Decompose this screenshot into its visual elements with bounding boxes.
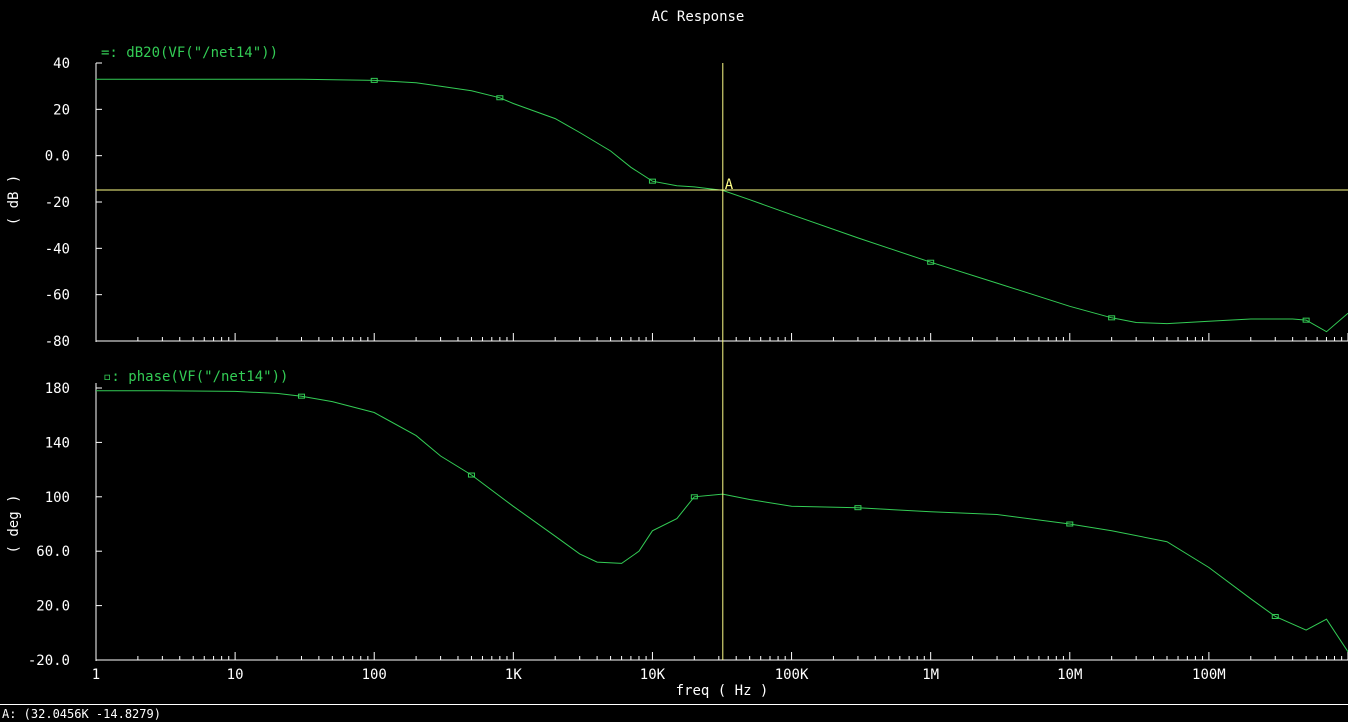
y-tick-label: -60 — [45, 288, 70, 304]
phase-trace[interactable] — [96, 390, 1348, 653]
y-tick-label: 40 — [53, 56, 70, 72]
phase-x-ticks — [95, 652, 1348, 660]
marker-label: A — [725, 177, 734, 193]
y-tick-label: 20.0 — [36, 599, 70, 615]
y-tick-label: -20 — [45, 195, 70, 211]
magnitude-x-ticks — [95, 333, 1348, 341]
y-tick-label: -80 — [45, 334, 70, 350]
plot-title: AC Response — [652, 9, 745, 25]
y-tick-label: -40 — [45, 241, 70, 257]
magnitude-trace[interactable] — [96, 78, 1348, 333]
y-tick-label: 140 — [45, 435, 70, 451]
x-tick-label: 1 — [92, 667, 100, 683]
x-axis-label: freq ( Hz ) — [676, 683, 769, 699]
x-tick-label: 100M — [1192, 667, 1226, 683]
x-tick-label: 100K — [775, 667, 809, 683]
x-tick-labels: 1 10 100 1K 10K 100K 1M 10M 100M — [92, 667, 1226, 683]
y-tick-label: 100 — [45, 490, 70, 506]
phase-y-ticks: 180 140 100 60.0 20.0 -20.0 — [28, 381, 102, 669]
status-bar: A: (32.0456K -14.8279) — [0, 704, 1348, 722]
phase-point-markers — [297, 393, 1279, 619]
y-tick-label: 60.0 — [36, 544, 70, 560]
y-tick-label: -20.0 — [28, 653, 70, 669]
y-tick-label: 180 — [45, 381, 70, 397]
magnitude-legend[interactable]: =: dB20(VF("/net14")) — [101, 45, 278, 61]
x-tick-label: 10M — [1057, 667, 1082, 683]
ac-response-plot[interactable]: AC Response =: dB20(VF("/net14")) ( dB )… — [0, 0, 1348, 704]
phase-y-axis-label: ( deg ) — [6, 494, 22, 553]
magnitude-y-axis-label: ( dB ) — [6, 175, 22, 226]
x-tick-label: 1M — [922, 667, 939, 683]
magnitude-y-ticks: 40 20 0.0 -20 -40 -60 -80 — [45, 56, 102, 350]
x-tick-label: 1K — [505, 667, 522, 683]
magnitude-panel: =: dB20(VF("/net14")) ( dB ) 40 20 0.0 -20 -… — [6, 45, 1348, 350]
x-tick-label: 10 — [227, 667, 244, 683]
marker-a[interactable]: A — [96, 63, 1348, 660]
magnitude-point-markers — [370, 77, 1310, 323]
y-tick-label: 20 — [53, 102, 70, 118]
status-readout: A: (32.0456K -14.8279) — [2, 707, 161, 721]
phase-panel: ▫: phase(VF("/net14")) ( deg ) 180 140 100… — [6, 369, 1348, 699]
y-tick-label: 0.0 — [45, 149, 70, 165]
phase-legend[interactable]: ▫: phase(VF("/net14")) — [103, 369, 288, 385]
x-tick-label: 100 — [362, 667, 387, 683]
x-tick-label: 10K — [640, 667, 666, 683]
